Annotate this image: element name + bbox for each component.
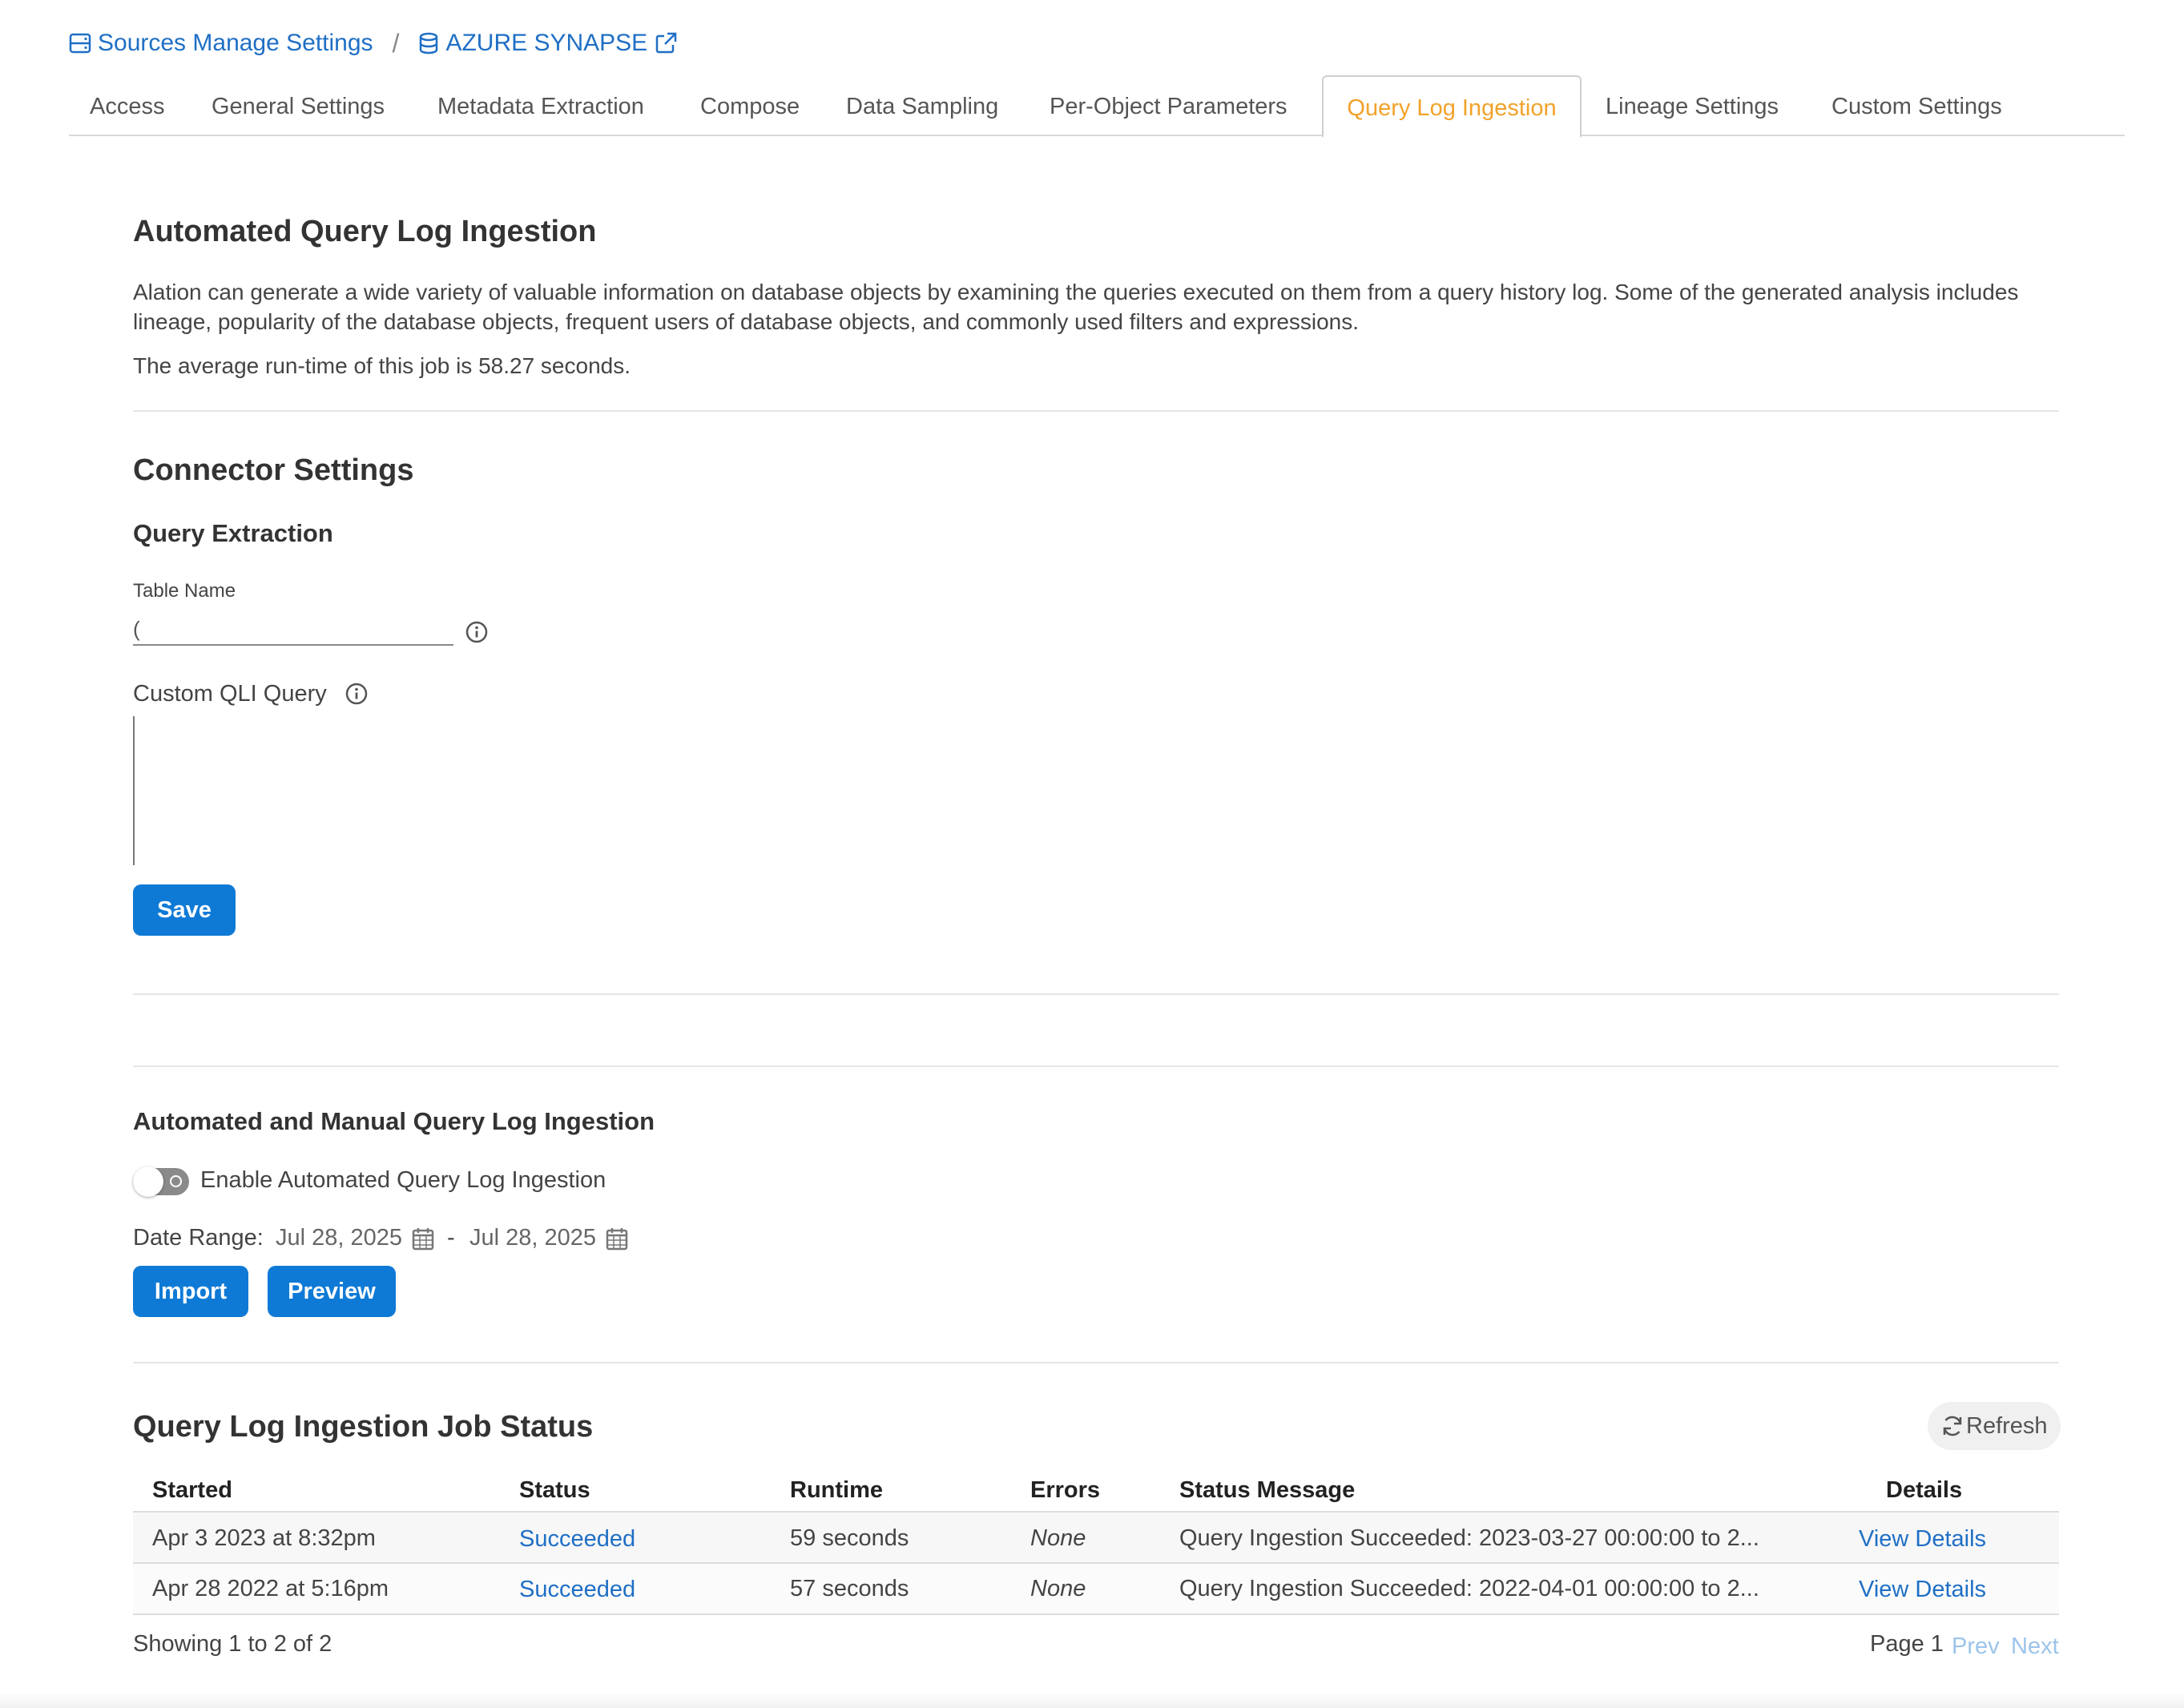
tab-data-sampling[interactable]: Data Sampling bbox=[846, 75, 998, 136]
tab-query-log-ingestion[interactable]: Query Log Ingestion bbox=[1322, 75, 1582, 138]
automated-section-title: Automated Query Log Ingestion bbox=[133, 215, 597, 248]
tab-per-object-parameters[interactable]: Per-Object Parameters bbox=[1050, 75, 1287, 136]
divider bbox=[133, 993, 2059, 995]
tab-metadata-extraction[interactable]: Metadata Extraction bbox=[437, 75, 644, 136]
divider bbox=[133, 1362, 2059, 1364]
row-status-link[interactable]: Succeeded bbox=[519, 1526, 635, 1553]
database-icon bbox=[420, 32, 438, 54]
tab-bar: Access General Settings Metadata Extract… bbox=[69, 75, 2125, 138]
refresh-icon bbox=[1943, 1416, 1962, 1436]
tab-access[interactable]: Access bbox=[90, 75, 164, 136]
bottom-edge bbox=[0, 1692, 2184, 1708]
save-button[interactable]: Save bbox=[133, 884, 236, 936]
tab-compose[interactable]: Compose bbox=[700, 75, 800, 136]
custom-qli-query-textarea[interactable] bbox=[133, 716, 854, 865]
tab-custom-settings[interactable]: Custom Settings bbox=[1831, 75, 2002, 136]
custom-qli-query-label: Custom QLI Query bbox=[133, 681, 327, 707]
row-runtime: 57 seconds bbox=[790, 1576, 909, 1601]
toggle-off-indicator bbox=[170, 1175, 182, 1187]
import-button[interactable]: Import bbox=[133, 1266, 248, 1317]
date-to-value[interactable]: Jul 28, 2025 bbox=[469, 1225, 596, 1251]
column-header-status-message[interactable]: Status Message bbox=[1179, 1477, 1355, 1504]
query-extraction-title: Query Extraction bbox=[133, 519, 333, 547]
column-header-runtime[interactable]: Runtime bbox=[790, 1477, 883, 1504]
breadcrumb-separator: / bbox=[392, 28, 400, 58]
table-row bbox=[133, 1513, 2059, 1562]
divider bbox=[133, 1065, 2059, 1067]
preview-button[interactable]: Preview bbox=[268, 1266, 396, 1317]
info-icon[interactable] bbox=[465, 620, 489, 644]
row-runtime: 59 seconds bbox=[790, 1525, 909, 1551]
row-errors: None bbox=[1030, 1576, 1086, 1601]
external-link-icon[interactable] bbox=[654, 31, 678, 55]
prev-page-button[interactable]: Prev bbox=[1952, 1633, 2000, 1660]
breadcrumb-sources-link[interactable]: Sources Manage Settings bbox=[69, 30, 373, 57]
breadcrumb-database-label: AZURE SYNAPSE bbox=[445, 30, 648, 56]
column-header-status[interactable]: Status bbox=[519, 1477, 590, 1504]
automated-description: Alation can generate a wide variety of v… bbox=[133, 280, 2019, 334]
next-page-button[interactable]: Next bbox=[2011, 1633, 2059, 1660]
breadcrumb-sources-label: Sources Manage Settings bbox=[98, 30, 373, 56]
row-started: Apr 3 2023 at 8:32pm bbox=[152, 1525, 376, 1551]
manual-ingestion-title: Automated and Manual Query Log Ingestion bbox=[133, 1107, 655, 1135]
row-view-details-link[interactable]: View Details bbox=[1859, 1526, 1986, 1553]
row-status-link[interactable]: Succeeded bbox=[519, 1577, 635, 1603]
row-started: Apr 28 2022 at 5:16pm bbox=[152, 1576, 389, 1601]
refresh-button[interactable]: Refresh bbox=[1928, 1402, 2061, 1450]
breadcrumb: Sources Manage Settings / AZURE SYNAPSE bbox=[69, 27, 684, 59]
table-name-input[interactable] bbox=[133, 614, 453, 646]
date-range-separator: - bbox=[447, 1225, 455, 1251]
row-view-details-link[interactable]: View Details bbox=[1859, 1577, 1986, 1603]
table-row bbox=[133, 1564, 2059, 1613]
divider bbox=[133, 410, 2059, 412]
date-from-value[interactable]: Jul 28, 2025 bbox=[276, 1225, 402, 1251]
calendar-icon[interactable] bbox=[412, 1227, 434, 1251]
date-range-label: Date Range: bbox=[133, 1225, 264, 1251]
tab-lineage-settings[interactable]: Lineage Settings bbox=[1606, 75, 1779, 136]
automated-ingestion-toggle-label: Enable Automated Query Log Ingestion bbox=[200, 1167, 606, 1193]
calendar-icon[interactable] bbox=[606, 1227, 628, 1251]
connector-settings-title: Connector Settings bbox=[133, 453, 414, 487]
table-name-label: Table Name bbox=[133, 580, 236, 602]
column-header-errors[interactable]: Errors bbox=[1030, 1477, 1100, 1504]
runtime-note: The average run-time of this job is 58.2… bbox=[133, 353, 631, 378]
row-status-message: Query Ingestion Succeeded: 2022-04-01 00… bbox=[1179, 1576, 1759, 1601]
server-icon bbox=[69, 33, 91, 54]
breadcrumb-database-link[interactable]: AZURE SYNAPSE bbox=[418, 30, 684, 57]
refresh-label: Refresh bbox=[1966, 1412, 2048, 1439]
column-header-details[interactable]: Details bbox=[1886, 1477, 1962, 1504]
showing-count: Showing 1 to 2 of 2 bbox=[133, 1631, 332, 1657]
row-errors: None bbox=[1030, 1525, 1086, 1551]
tab-general-settings[interactable]: General Settings bbox=[212, 75, 385, 136]
info-icon[interactable] bbox=[345, 682, 369, 706]
toggle-knob bbox=[133, 1166, 163, 1197]
automated-ingestion-toggle[interactable] bbox=[133, 1166, 189, 1197]
page-indicator: Page 1 bbox=[1870, 1631, 1944, 1657]
job-status-title: Query Log Ingestion Job Status bbox=[133, 1410, 594, 1444]
column-header-started[interactable]: Started bbox=[152, 1477, 232, 1504]
row-status-message: Query Ingestion Succeeded: 2023-03-27 00… bbox=[1179, 1525, 1759, 1551]
table-row-divider bbox=[133, 1613, 2059, 1615]
